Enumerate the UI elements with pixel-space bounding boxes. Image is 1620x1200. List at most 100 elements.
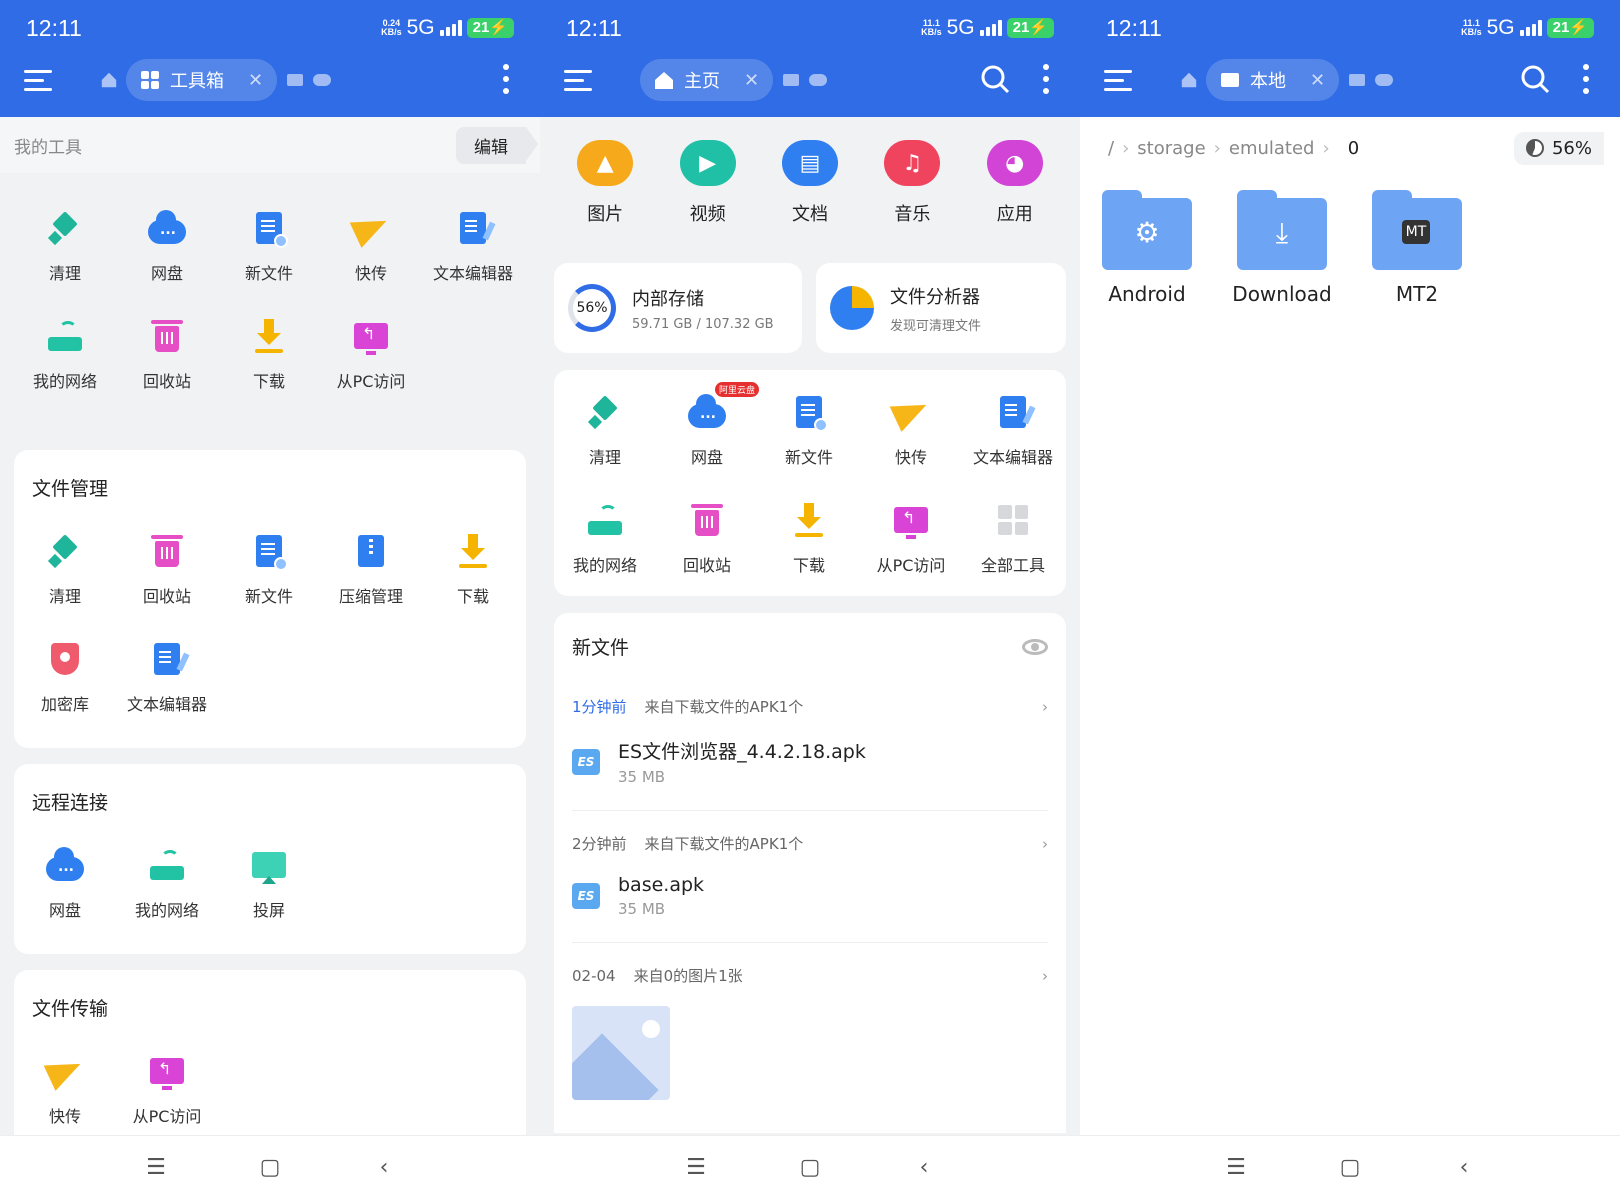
menu-icon[interactable] [24,70,52,92]
tool-cloud-drive[interactable]: 网盘 [14,827,116,935]
home-icon[interactable] [1180,71,1198,89]
category-images[interactable]: ▲ 图片 [560,140,650,226]
edit-button[interactable]: 编辑 [456,126,538,164]
tool-vault[interactable]: 加密库 [14,621,116,729]
menu-icon[interactable] [1104,70,1132,92]
new-files-group: 02-04 来自0的图片1张 › [554,965,1066,1100]
tool-quick-send[interactable]: 快传 [860,374,962,482]
category-documents[interactable]: ▤ 文档 [765,140,855,226]
home-button-icon[interactable]: ▢ [259,1157,281,1179]
more-icon[interactable] [1582,64,1590,96]
cloud-icon[interactable] [1375,74,1394,86]
tool-new-files[interactable]: 新文件 [758,374,860,482]
tool-screen-cast[interactable]: 投屏 [218,827,320,935]
search-icon[interactable] [980,64,1010,94]
image-thumbnail[interactable] [572,1006,670,1100]
tool-cloud-drive[interactable]: 阿里云盘网盘 [656,374,760,482]
tool-pc-access[interactable]: 从PC访问 [116,1033,218,1141]
close-icon[interactable]: ✕ [1310,70,1325,91]
eye-icon[interactable] [1022,638,1048,655]
trash-icon [151,320,183,352]
tool-clean[interactable]: 清理 [14,513,116,621]
tool-recycle-bin[interactable]: 回收站 [656,482,758,590]
document-icon: ▤ [781,140,838,186]
tool-cloud-drive[interactable]: 网盘 [116,190,218,298]
breadcrumb-item[interactable]: storage [1137,138,1205,159]
folder-item[interactable]: ⤓ Download [1232,188,1332,306]
more-icon[interactable] [1042,64,1050,96]
breadcrumb-root[interactable]: / [1108,138,1114,159]
category-video[interactable]: ▶ 视频 [663,140,753,226]
tool-new-files[interactable]: 新文件 [218,190,320,298]
list-item[interactable]: ES base.apk 35 MB [572,874,1048,943]
tool-pc-access[interactable]: 从PC访问 [320,298,422,406]
tool-download[interactable]: 下载 [218,298,320,406]
tab-local[interactable]: 本地 ✕ [1206,59,1340,101]
storage-ring: 56% [568,284,616,332]
storage-detail: 59.71 GB / 107.32 GB [632,316,774,332]
tool-clean[interactable]: 清理 [14,190,116,298]
tool-my-network[interactable]: 我的网络 [116,827,218,935]
group-header[interactable]: 1分钟前 来自下载文件的APK1个 › [572,696,1048,717]
home-button-icon[interactable]: ▢ [1339,1157,1361,1179]
window-icon[interactable] [1349,74,1366,86]
tool-quick-send[interactable]: 快传 [14,1033,116,1141]
search-icon[interactable] [1520,64,1550,94]
recents-icon[interactable]: ☰ [685,1157,707,1179]
tab-home[interactable]: 主页 ✕ [640,59,774,101]
category-music[interactable]: ♫ 音乐 [867,140,957,226]
menu-icon[interactable] [564,70,592,92]
file-analyzer-card[interactable]: 文件分析器 发现可清理文件 [816,263,1066,353]
tool-text-editor[interactable]: 文本编辑器 [116,621,218,729]
folder-item[interactable]: MT MT2 [1372,188,1462,306]
tool-recycle-bin[interactable]: 回收站 [116,298,218,406]
back-icon[interactable]: ‹ [1453,1157,1475,1179]
tool-clean[interactable]: 清理 [554,374,656,482]
cloud-icon[interactable] [809,74,828,86]
tool-text-editor[interactable]: 文本编辑器 [962,374,1064,482]
cloud-icon[interactable] [313,74,332,86]
signal-icon [1519,20,1542,36]
folder-item[interactable]: ⚙ Android [1102,188,1192,306]
tool-new-files[interactable]: 新文件 [218,513,320,621]
tool-quick-send[interactable]: 快传 [320,190,422,298]
breadcrumb-current[interactable]: 0 [1348,138,1359,159]
window-icon[interactable] [287,74,304,86]
more-icon[interactable] [502,64,510,96]
tool-pc-access[interactable]: 从PC访问 [860,482,962,590]
recents-icon[interactable]: ☰ [1225,1157,1247,1179]
back-icon[interactable]: ‹ [373,1157,395,1179]
breadcrumb-item[interactable]: emulated [1229,138,1315,159]
tab-label: 主页 [684,71,720,92]
tool-my-network[interactable]: 我的网络 [14,298,116,406]
tool-my-network[interactable]: 我的网络 [554,482,656,590]
tool-all-tools[interactable]: 全部工具 [962,482,1064,590]
close-icon[interactable]: ✕ [248,70,263,91]
tool-recycle-bin[interactable]: 回收站 [116,513,218,621]
tool-download[interactable]: 下载 [422,513,524,621]
home-panel: 12:11 11.1 KB/s 5G 21⚡ 主页 ✕ ▲ 图片 ▶ 视频 ▤ … [540,0,1080,1200]
recents-icon[interactable]: ☰ [145,1157,167,1179]
group-header[interactable]: 2分钟前 来自下载文件的APK1个 › [572,833,1048,854]
chevron-right-icon: › [1042,966,1048,985]
tool-compression[interactable]: 压缩管理 [320,513,422,621]
window-icon[interactable] [783,74,800,86]
tool-text-editor[interactable]: 文本编辑器 [422,190,524,298]
status-bar: 12:11 11.1 KB/s 5G 21⚡ [1106,12,1594,44]
network-type: 5G [1486,16,1515,39]
tab-toolbox[interactable]: 工具箱 ✕ [126,59,278,101]
back-icon[interactable]: ‹ [913,1157,935,1179]
group-header[interactable]: 02-04 来自0的图片1张 › [572,965,1048,986]
net-speed-unit: KB/s [921,27,942,37]
storage-usage-badge[interactable]: 56% [1513,131,1604,165]
list-item[interactable]: ES ES文件浏览器_4.4.2.18.apk 35 MB [572,737,1048,811]
net-speed-unit: KB/s [1461,27,1482,37]
download-icon [255,319,283,353]
new-file-icon [796,396,828,432]
internal-storage-card[interactable]: 56% 内部存储 59.71 GB / 107.32 GB [554,263,802,353]
home-button-icon[interactable]: ▢ [799,1157,821,1179]
home-icon[interactable] [100,71,118,89]
tool-download[interactable]: 下载 [758,482,860,590]
close-icon[interactable]: ✕ [744,70,759,91]
category-apps[interactable]: ◕ 应用 [970,140,1060,226]
